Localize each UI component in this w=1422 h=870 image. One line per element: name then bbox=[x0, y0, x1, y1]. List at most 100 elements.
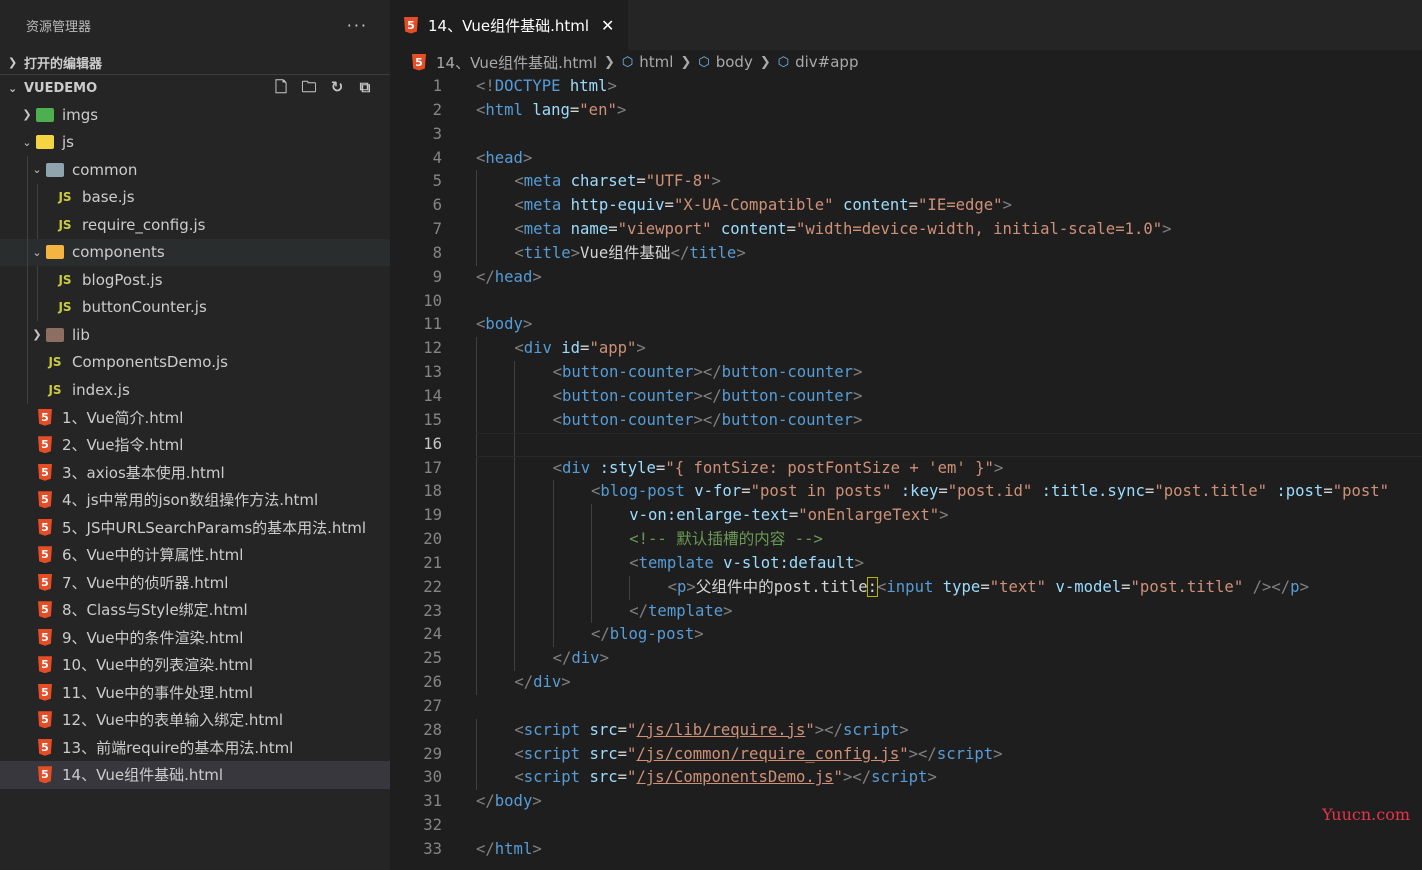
code-line[interactable]: 26 </div> bbox=[390, 671, 1422, 695]
tree-file[interactable]: JS buttonCounter.js bbox=[0, 293, 390, 321]
code-token: > bbox=[636, 339, 646, 358]
tab-active-file[interactable]: 5 14、Vue组件基础.html ✕ bbox=[390, 0, 629, 50]
tree-folder[interactable]: ❯ lib bbox=[0, 321, 390, 349]
code-line[interactable]: 17 <div :style="{ fontSize: postFontSize … bbox=[390, 456, 1422, 481]
code-editor[interactable]: 1 <!DOCTYPE html> 2 <html lang="en"> 3 4 <head… bbox=[390, 75, 1422, 862]
code-line[interactable]: 31 </body> bbox=[390, 790, 1422, 814]
code-token: </ bbox=[590, 625, 610, 644]
code-line[interactable]: 2 <html lang="en"> bbox=[390, 99, 1422, 123]
code-line[interactable]: 6 <meta http-equiv="X-UA-Compatible" cont… bbox=[390, 194, 1422, 219]
tree-file[interactable]: 5 2、Vue指令.html bbox=[0, 431, 390, 459]
tree-file[interactable]: 5 6、Vue中的计算属性.html bbox=[0, 541, 390, 569]
code-line[interactable]: 10 bbox=[390, 290, 1422, 314]
chevron-right-icon: ❯ bbox=[8, 55, 18, 69]
code-line[interactable]: 32 bbox=[390, 814, 1422, 838]
code-line[interactable]: 15 <button-counter></button-counter> bbox=[390, 408, 1422, 433]
tree-file[interactable]: JS blogPost.js bbox=[0, 266, 390, 294]
indent-guide bbox=[476, 742, 477, 767]
code-line[interactable]: 3 bbox=[390, 123, 1422, 147]
tree-folder[interactable]: ⌄ js bbox=[0, 129, 390, 157]
code-line[interactable]: 9 </head> bbox=[390, 266, 1422, 290]
code-text: <title>Vue组件基础</title> bbox=[514, 242, 745, 266]
code-line[interactable]: 21 <template v-slot:default> bbox=[390, 551, 1422, 576]
code-line[interactable]: 5 <meta charset="UTF-8"> bbox=[390, 170, 1422, 195]
tree-file[interactable]: 5 8、Class与Style绑定.html bbox=[0, 596, 390, 624]
code-line[interactable]: 12 <div id="app"> bbox=[390, 337, 1422, 362]
indent-guide bbox=[514, 623, 516, 648]
code-line[interactable]: 4 <head> bbox=[390, 147, 1422, 171]
indent-guide bbox=[27, 348, 28, 376]
tree-file[interactable]: 5 13、前端require的基本用法.html bbox=[0, 734, 390, 762]
tree-folder[interactable]: ⌄ common bbox=[0, 156, 390, 184]
close-icon[interactable]: ✕ bbox=[601, 16, 614, 35]
tree-file[interactable]: 5 10、Vue中的列表渲染.html bbox=[0, 651, 390, 679]
tree-file[interactable]: JS base.js bbox=[0, 183, 390, 211]
new-file-icon[interactable]: 🗋 bbox=[272, 78, 290, 96]
tree-file[interactable]: 5 4、js中常用的json数组操作方法.html bbox=[0, 486, 390, 514]
breadcrumb-file[interactable]: 14、Vue组件基础.html bbox=[436, 52, 597, 73]
line-number: 15 bbox=[423, 410, 442, 429]
tree-file[interactable]: 5 11、Vue中的事件处理.html bbox=[0, 679, 390, 707]
code-token: button-counter bbox=[721, 386, 854, 405]
tree-file[interactable]: 5 9、Vue中的条件渲染.html bbox=[0, 624, 390, 652]
code-line[interactable]: 14 <button-counter></button-counter> bbox=[390, 384, 1422, 409]
code-line[interactable]: 13 <button-counter></button-counter> bbox=[390, 361, 1422, 385]
code-token: </ bbox=[514, 673, 534, 692]
breadcrumb-div-app[interactable]: div#app bbox=[795, 53, 858, 71]
html5-glyph: 5 bbox=[38, 436, 52, 454]
tree-file[interactable]: 5 7、Vue中的侦听器.html bbox=[0, 569, 390, 597]
chevron-down-icon: ⌄ bbox=[8, 81, 18, 95]
code-text: <head> bbox=[476, 147, 532, 171]
breadcrumb-body[interactable]: body bbox=[716, 53, 753, 71]
code-token: v-for bbox=[694, 482, 742, 501]
code-line[interactable]: 25 </div> bbox=[390, 647, 1422, 672]
more-actions-icon[interactable]: ··· bbox=[347, 16, 368, 35]
code-line[interactable]: 24 </blog-post> bbox=[390, 623, 1422, 648]
code-line[interactable]: 22 <p>父组件中的post.title:<input type="text" … bbox=[390, 575, 1422, 600]
refresh-icon[interactable]: ↻ bbox=[328, 78, 346, 96]
code-token: :post bbox=[1276, 482, 1324, 501]
tree-item-label: 5、JS中URLSearchParams的基本用法.html bbox=[62, 518, 367, 537]
tree-file[interactable]: 5 3、axios基本使用.html bbox=[0, 459, 390, 487]
tree-file[interactable]: JS index.js bbox=[0, 376, 390, 404]
code-line[interactable]: 28 <script src="/js/lib/require.js"></scr… bbox=[390, 718, 1422, 743]
tree-folder[interactable]: ❯ imgs bbox=[0, 101, 390, 129]
code-line[interactable]: 20 <!-- 默认插槽的内容 --> bbox=[390, 528, 1422, 552]
code-line[interactable]: 16 bbox=[390, 432, 1422, 457]
code-line[interactable]: 30 <script src="/js/ComponentsDemo.js"></… bbox=[390, 766, 1422, 791]
code-token: ></ bbox=[908, 744, 937, 763]
code-line[interactable]: 19 v-on:enlarge-text="onEnlargeText"> bbox=[390, 504, 1422, 529]
chevron-right-icon: ❯ bbox=[680, 54, 692, 70]
code-text: </body> bbox=[476, 790, 542, 814]
code-line[interactable]: 11 <body> bbox=[390, 313, 1422, 337]
code-line[interactable]: 18 <blog-post v-for="post in posts" :key=… bbox=[390, 480, 1422, 505]
tree-folder[interactable]: ⌄ components bbox=[0, 238, 390, 266]
tree-file[interactable]: JS require_config.js bbox=[0, 211, 390, 239]
new-folder-icon[interactable]: 🗀 bbox=[300, 78, 318, 96]
folder-shape bbox=[36, 107, 54, 122]
code-token: div bbox=[533, 673, 562, 692]
html5-icon: 5 bbox=[34, 573, 56, 591]
code-token: input bbox=[886, 577, 934, 596]
line-number: 32 bbox=[423, 816, 442, 835]
code-line[interactable]: 33 </html> bbox=[390, 838, 1422, 862]
code-line[interactable]: 27 bbox=[390, 695, 1422, 719]
project-section[interactable]: ⌄ VUEDEMO 🗋 🗀 ↻ ⧉ bbox=[0, 74, 390, 101]
tree-file[interactable]: 5 14、Vue组件基础.html bbox=[0, 761, 390, 789]
indent-guide bbox=[27, 266, 28, 294]
code-line[interactable]: 7 <meta name="viewport" content="width=de… bbox=[390, 218, 1422, 242]
js-glyph: JS bbox=[48, 382, 62, 397]
tree-file[interactable]: 5 5、JS中URLSearchParams的基本用法.html bbox=[0, 514, 390, 542]
tree-file[interactable]: JS ComponentsDemo.js bbox=[0, 348, 390, 376]
collapse-all-icon[interactable]: ⧉ bbox=[356, 78, 374, 96]
indent-guide bbox=[514, 647, 516, 672]
code-line[interactable]: 23 </template> bbox=[390, 599, 1422, 624]
code-line[interactable]: 29 <script src="/js/common/require_config… bbox=[390, 742, 1422, 767]
code-line[interactable]: 1 <!DOCTYPE html> bbox=[390, 75, 1422, 99]
open-editors-section[interactable]: ❯ 打开的编辑器 bbox=[0, 50, 390, 74]
breadcrumb-html[interactable]: html bbox=[639, 53, 673, 71]
tree-file[interactable]: 5 12、Vue中的表单输入绑定.html bbox=[0, 706, 390, 734]
tree-file[interactable]: 5 1、Vue简介.html bbox=[0, 404, 390, 432]
code-line[interactable]: 8 <title>Vue组件基础</title> bbox=[390, 241, 1422, 266]
